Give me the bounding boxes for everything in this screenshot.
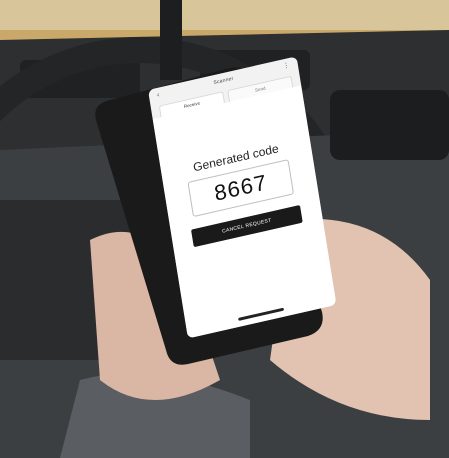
phone: ‹ Scanner ⋮ Receive Send Generated code … — [0, 0, 449, 458]
phone-screen: ‹ Scanner ⋮ Receive Send Generated code … — [148, 56, 337, 339]
back-icon[interactable]: ‹ — [157, 90, 168, 100]
app-title: Scanner — [213, 75, 234, 87]
code-value: 8667 — [212, 169, 269, 206]
phone-screen-area: ‹ Scanner ⋮ Receive Send Generated code … — [0, 0, 449, 458]
home-indicator[interactable] — [238, 307, 285, 321]
code-panel: Generated code 8667 CANCEL REQUEST — [152, 85, 337, 339]
menu-icon[interactable]: ⋮ — [279, 62, 290, 72]
